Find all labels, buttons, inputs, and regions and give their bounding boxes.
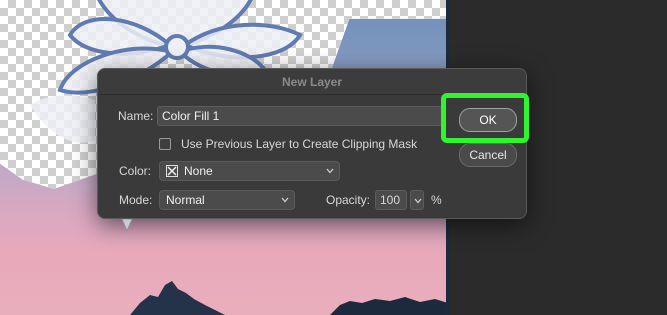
anchor-point-icon <box>121 219 133 233</box>
color-select[interactable]: None <box>159 161 340 181</box>
new-layer-dialog: New Layer Name: Color Fill 1 Use Previou… <box>97 68 527 219</box>
name-label: Name: <box>118 109 154 123</box>
color-label: Color: <box>119 164 152 178</box>
opacity-unit: % <box>431 193 442 207</box>
opacity-dropdown[interactable] <box>410 190 424 210</box>
name-field[interactable]: Color Fill 1 <box>157 106 442 126</box>
mode-select[interactable]: Normal <box>159 190 295 210</box>
cancel-button[interactable]: Cancel <box>459 143 517 167</box>
chevron-down-icon <box>326 168 334 174</box>
mode-label: Mode: <box>119 193 153 207</box>
ok-button-highlight <box>441 93 529 143</box>
clipping-mask-label[interactable]: Use Previous Layer to Create Clipping Ma… <box>181 135 417 153</box>
opacity-label: Opacity: <box>326 193 371 207</box>
chevron-down-icon <box>281 197 289 203</box>
opacity-input[interactable]: 100 <box>375 190 407 210</box>
dialog-title: New Layer <box>98 69 526 95</box>
mountain-silhouette <box>130 281 448 315</box>
none-swatch-icon <box>166 165 178 177</box>
opacity-value: 100 <box>380 193 401 207</box>
color-select-value: None <box>184 164 213 178</box>
clipping-mask-checkbox[interactable] <box>159 138 171 150</box>
mode-select-value: Normal <box>166 193 205 207</box>
chevron-down-icon <box>414 198 422 204</box>
